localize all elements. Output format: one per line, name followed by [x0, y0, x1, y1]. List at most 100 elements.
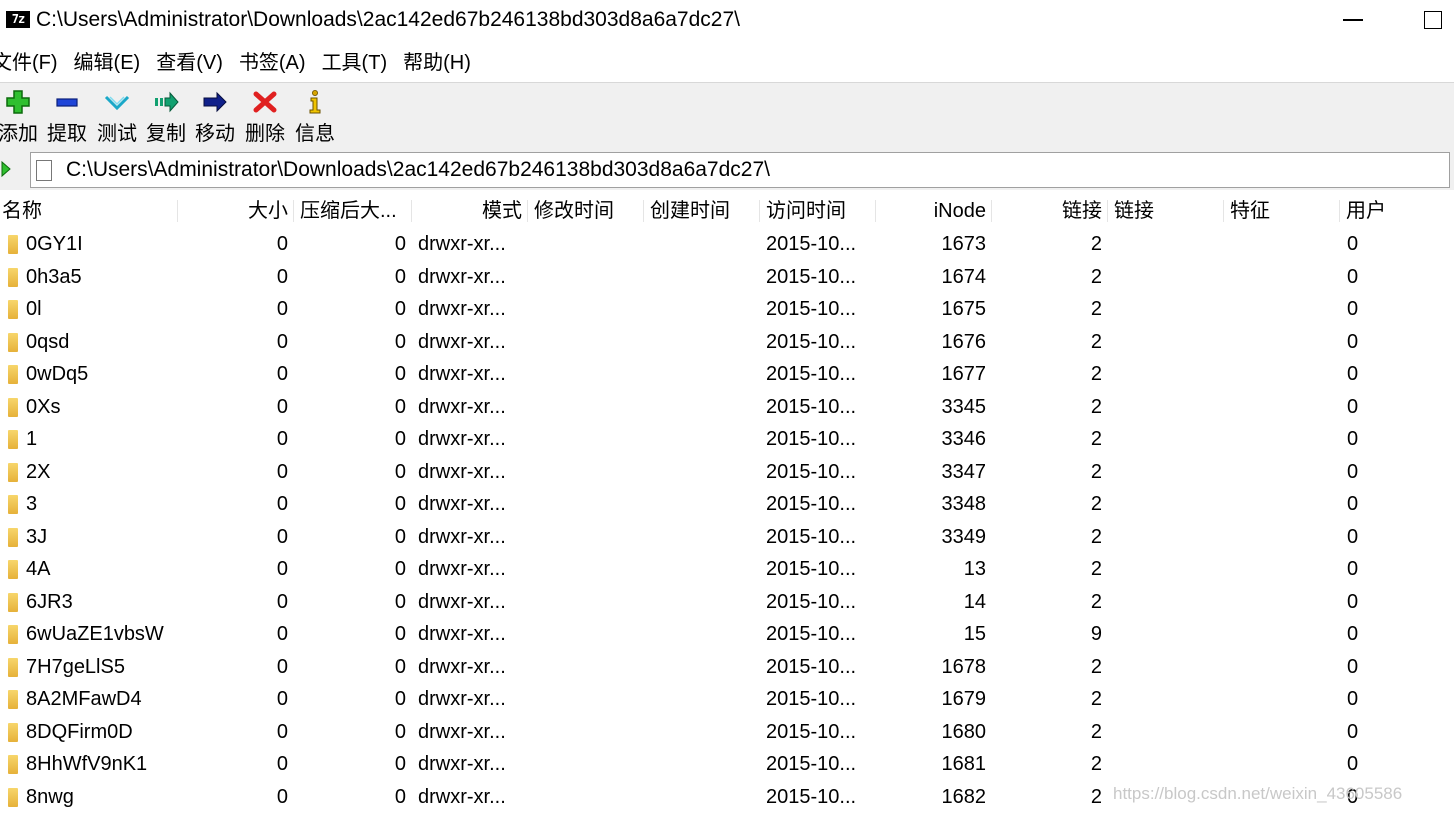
column-accessed[interactable]: 访问时间: [760, 194, 876, 228]
cell-packed-size: 0: [294, 228, 412, 260]
move-label: 移动: [192, 117, 238, 146]
column-attributes[interactable]: 特征: [1224, 194, 1340, 228]
column-links[interactable]: 链接: [992, 194, 1108, 228]
delete-button[interactable]: 删除: [242, 83, 288, 151]
table-row[interactable]: 0Xs00drwxr-xr...2015-10...334520: [0, 391, 1454, 424]
folder-icon: [8, 658, 18, 677]
file-list: 名称 大小 压缩后大... 模式 修改时间 创建时间 访问时间 iNode 链接…: [0, 194, 1454, 813]
7zip-app-icon: 7z: [6, 11, 30, 28]
cell-user: 0: [1340, 326, 1454, 358]
table-row[interactable]: 2X00drwxr-xr...2015-10...334720: [0, 456, 1454, 489]
table-row[interactable]: 3J00drwxr-xr...2015-10...334920: [0, 521, 1454, 554]
cell-name: 3J: [20, 521, 178, 553]
add-label: 添加: [0, 117, 38, 146]
cell-size: 0: [178, 748, 294, 780]
cell-packed-size: 0: [294, 683, 412, 715]
test-label: 测试: [94, 117, 140, 146]
cell-accessed: 2015-10...: [760, 683, 876, 715]
table-row[interactable]: 4A00drwxr-xr...2015-10...1320: [0, 553, 1454, 586]
cell-size: 0: [178, 586, 294, 618]
cell-name: 1: [20, 423, 178, 455]
add-button[interactable]: 添加: [0, 83, 38, 151]
cell-accessed: 2015-10...: [760, 391, 876, 423]
table-row[interactable]: 0GY1I00drwxr-xr...2015-10...167320: [0, 228, 1454, 261]
cell-links: 2: [992, 553, 1108, 585]
table-row[interactable]: 0l00drwxr-xr...2015-10...167520: [0, 293, 1454, 326]
table-row[interactable]: 0h3a500drwxr-xr...2015-10...167420: [0, 261, 1454, 294]
column-created[interactable]: 创建时间: [644, 194, 760, 228]
menu-bar: 文件(F) 编辑(E) 查看(V) 书签(A) 工具(T) 帮助(H): [0, 44, 1454, 82]
menu-bookmarks[interactable]: 书签(A): [239, 44, 306, 82]
column-name[interactable]: 名称: [0, 194, 178, 228]
cell-packed-size: 0: [294, 326, 412, 358]
cell-packed-size: 0: [294, 358, 412, 390]
column-modified[interactable]: 修改时间: [528, 194, 644, 228]
cell-size: 0: [178, 488, 294, 520]
menu-edit[interactable]: 编辑(E): [74, 44, 141, 82]
menu-file[interactable]: 文件(F): [0, 44, 58, 82]
cell-accessed: 2015-10...: [760, 781, 876, 813]
table-row[interactable]: 8A2MFawD400drwxr-xr...2015-10...167920: [0, 683, 1454, 716]
title-bar[interactable]: 7z C:\Users\Administrator\Downloads\2ac1…: [0, 0, 1454, 40]
column-size[interactable]: 大小: [178, 194, 294, 228]
cell-name: 3: [20, 488, 178, 520]
table-row[interactable]: 6wUaZE1vbsW00drwxr-xr...2015-10...1590: [0, 618, 1454, 651]
document-icon: [36, 160, 52, 181]
cell-accessed: 2015-10...: [760, 716, 876, 748]
table-row[interactable]: 6JR300drwxr-xr...2015-10...1420: [0, 586, 1454, 619]
cell-mode: drwxr-xr...: [412, 293, 528, 325]
cell-user: 0: [1340, 553, 1454, 585]
cell-inode: 1681: [876, 748, 992, 780]
cell-size: 0: [178, 781, 294, 813]
menu-view[interactable]: 查看(V): [156, 44, 223, 82]
column-mode[interactable]: 模式: [412, 194, 528, 228]
folder-icon: [8, 528, 18, 547]
table-row[interactable]: 0qsd00drwxr-xr...2015-10...167620: [0, 326, 1454, 359]
folder-icon: [8, 593, 18, 612]
delete-label: 删除: [242, 117, 288, 146]
column-user[interactable]: 用户: [1340, 194, 1454, 228]
folder-icon: [8, 755, 18, 774]
cell-inode: 1674: [876, 261, 992, 293]
info-button[interactable]: 信息: [292, 83, 338, 151]
maximize-icon[interactable]: [1424, 11, 1442, 29]
move-button[interactable]: 移动: [192, 83, 238, 151]
column-links-2[interactable]: 链接: [1108, 194, 1224, 228]
cell-inode: 3348: [876, 488, 992, 520]
minimize-icon[interactable]: [1343, 19, 1363, 21]
cell-name: 8nwg: [20, 781, 178, 813]
cell-name: 6wUaZE1vbsW: [20, 618, 178, 650]
cell-packed-size: 0: [294, 261, 412, 293]
up-folder-icon[interactable]: [0, 160, 14, 178]
cell-links: 2: [992, 488, 1108, 520]
cell-links: 9: [992, 618, 1108, 650]
cell-user: 0: [1340, 456, 1454, 488]
column-inode[interactable]: iNode: [876, 194, 992, 228]
table-row[interactable]: 8DQFirm0D00drwxr-xr...2015-10...168020: [0, 716, 1454, 749]
folder-icon: [8, 495, 18, 514]
cell-user: 0: [1340, 488, 1454, 520]
cell-mode: drwxr-xr...: [412, 586, 528, 618]
menu-tools[interactable]: 工具(T): [322, 44, 388, 82]
extract-button[interactable]: 提取: [44, 83, 90, 151]
cell-inode: 1679: [876, 683, 992, 715]
test-button[interactable]: 测试: [94, 83, 140, 151]
delete-icon: [252, 89, 278, 115]
table-row[interactable]: 100drwxr-xr...2015-10...334620: [0, 423, 1454, 456]
table-row[interactable]: 0wDq500drwxr-xr...2015-10...167720: [0, 358, 1454, 391]
toolbar: 添加 提取 测试 复制 移动 删除: [0, 82, 1454, 151]
cell-name: 2X: [20, 456, 178, 488]
address-path[interactable]: C:\Users\Administrator\Downloads\2ac142e…: [66, 158, 770, 182]
cell-inode: 1678: [876, 651, 992, 683]
cell-user: 0: [1340, 261, 1454, 293]
menu-help[interactable]: 帮助(H): [403, 44, 471, 82]
table-row[interactable]: 8HhWfV9nK100drwxr-xr...2015-10...168120: [0, 748, 1454, 781]
cell-inode: 1675: [876, 293, 992, 325]
copy-button[interactable]: 复制: [143, 83, 189, 151]
column-packed-size[interactable]: 压缩后大...: [294, 194, 412, 228]
cell-mode: drwxr-xr...: [412, 228, 528, 260]
table-row[interactable]: 300drwxr-xr...2015-10...334820: [0, 488, 1454, 521]
table-row[interactable]: 7H7geLlS500drwxr-xr...2015-10...167820: [0, 651, 1454, 684]
folder-icon: [8, 300, 18, 319]
folder-icon: [8, 398, 18, 417]
